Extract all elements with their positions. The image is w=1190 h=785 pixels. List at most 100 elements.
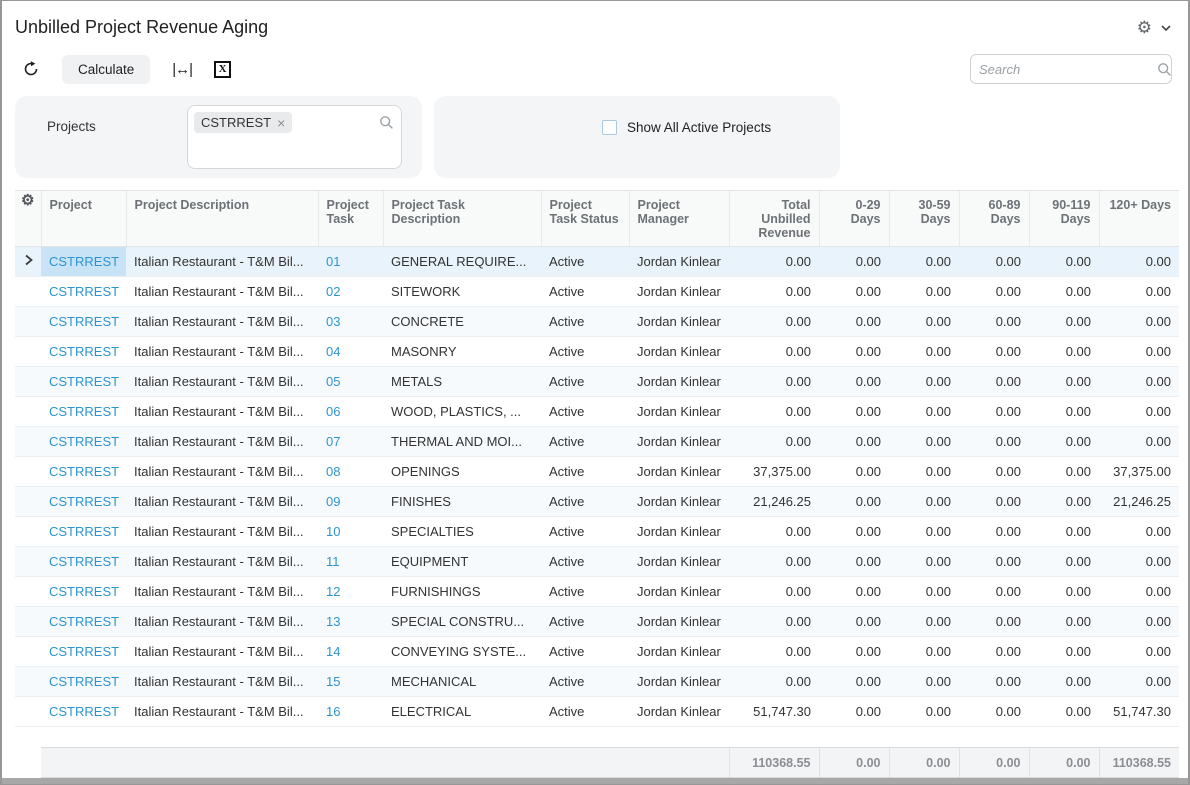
project-link-cell[interactable]: CSTRREST: [41, 457, 126, 487]
project-link-cell[interactable]: CSTRREST: [41, 427, 126, 457]
table-row[interactable]: CSTRREST Italian Restaurant - T&M Bil...…: [15, 247, 1179, 277]
search-input[interactable]: [979, 62, 1157, 77]
project-task-link[interactable]: 01: [326, 254, 340, 269]
project-task-link[interactable]: 07: [326, 434, 340, 449]
project-task-link[interactable]: 03: [326, 314, 340, 329]
project-link-cell[interactable]: CSTRREST: [41, 367, 126, 397]
col-60-89-days[interactable]: 60-89 Days: [959, 191, 1029, 247]
column-settings-gear-icon[interactable]: ⚙: [21, 192, 34, 209]
project-task-link[interactable]: 10: [326, 524, 340, 539]
project-link[interactable]: CSTRREST: [49, 584, 119, 599]
col-project-manager[interactable]: Project Manager: [629, 191, 729, 247]
col-0-29-days[interactable]: 0-29 Days: [819, 191, 889, 247]
chip-remove-icon[interactable]: ×: [277, 116, 285, 130]
projects-search-icon[interactable]: [379, 115, 394, 130]
project-link[interactable]: CSTRREST: [49, 554, 119, 569]
fit-width-icon[interactable]: |↔|: [172, 61, 192, 78]
col-project-task[interactable]: Project Task: [318, 191, 383, 247]
project-task-link[interactable]: 16: [326, 704, 340, 719]
project-task-cell[interactable]: 12: [318, 577, 383, 607]
project-link-cell[interactable]: CSTRREST: [41, 667, 126, 697]
project-task-link[interactable]: 11: [326, 554, 340, 569]
refresh-icon[interactable]: [22, 60, 40, 78]
project-link[interactable]: CSTRREST: [49, 284, 119, 299]
project-task-cell[interactable]: 14: [318, 637, 383, 667]
col-90-119-days[interactable]: 90-119 Days: [1029, 191, 1099, 247]
project-link-cell[interactable]: CSTRREST: [41, 307, 126, 337]
project-task-cell[interactable]: 03: [318, 307, 383, 337]
project-task-cell[interactable]: 10: [318, 517, 383, 547]
project-task-cell[interactable]: 02: [318, 277, 383, 307]
project-task-cell[interactable]: 09: [318, 487, 383, 517]
table-row[interactable]: CSTRREST Italian Restaurant - T&M Bil...…: [15, 637, 1179, 667]
project-task-link[interactable]: 05: [326, 374, 340, 389]
table-row[interactable]: CSTRREST Italian Restaurant - T&M Bil...…: [15, 397, 1179, 427]
col-30-59-days[interactable]: 30-59 Days: [889, 191, 959, 247]
project-link[interactable]: CSTRREST: [49, 494, 119, 509]
project-task-link[interactable]: 14: [326, 644, 340, 659]
settings-gear-icon[interactable]: ⚙: [1137, 19, 1152, 36]
project-task-link[interactable]: 02: [326, 284, 340, 299]
calculate-button[interactable]: Calculate: [62, 55, 150, 84]
table-row[interactable]: CSTRREST Italian Restaurant - T&M Bil...…: [15, 697, 1179, 727]
project-link-cell[interactable]: CSTRREST: [41, 247, 126, 277]
project-link[interactable]: CSTRREST: [49, 524, 119, 539]
projects-multiselect[interactable]: CSTRREST ×: [187, 105, 402, 169]
project-task-cell[interactable]: 15: [318, 667, 383, 697]
table-row[interactable]: CSTRREST Italian Restaurant - T&M Bil...…: [15, 547, 1179, 577]
chevron-down-icon[interactable]: [1160, 24, 1172, 32]
project-link[interactable]: CSTRREST: [49, 614, 119, 629]
project-task-cell[interactable]: 05: [318, 367, 383, 397]
project-link[interactable]: CSTRREST: [49, 344, 119, 359]
search-icon[interactable]: [1157, 62, 1172, 77]
col-project-task-status[interactable]: Project Task Status: [541, 191, 629, 247]
table-row[interactable]: CSTRREST Italian Restaurant - T&M Bil...…: [15, 577, 1179, 607]
project-link-cell[interactable]: CSTRREST: [41, 277, 126, 307]
col-total-unbilled-revenue[interactable]: Total Unbilled Revenue: [729, 191, 819, 247]
table-row[interactable]: CSTRREST Italian Restaurant - T&M Bil...…: [15, 307, 1179, 337]
table-row[interactable]: CSTRREST Italian Restaurant - T&M Bil...…: [15, 457, 1179, 487]
project-link[interactable]: CSTRREST: [49, 314, 119, 329]
project-link-cell[interactable]: CSTRREST: [41, 577, 126, 607]
project-task-link[interactable]: 06: [326, 404, 340, 419]
project-link-cell[interactable]: CSTRREST: [41, 487, 126, 517]
project-link[interactable]: CSTRREST: [49, 254, 119, 269]
project-task-cell[interactable]: 01: [318, 247, 383, 277]
project-link-cell[interactable]: CSTRREST: [41, 517, 126, 547]
project-link[interactable]: CSTRREST: [49, 404, 119, 419]
table-row[interactable]: CSTRREST Italian Restaurant - T&M Bil...…: [15, 487, 1179, 517]
project-task-link[interactable]: 09: [326, 494, 340, 509]
project-task-cell[interactable]: 16: [318, 697, 383, 727]
project-link[interactable]: CSTRREST: [49, 464, 119, 479]
project-task-cell[interactable]: 07: [318, 427, 383, 457]
col-120-days[interactable]: 120+ Days: [1099, 191, 1179, 247]
table-row[interactable]: CSTRREST Italian Restaurant - T&M Bil...…: [15, 517, 1179, 547]
project-link-cell[interactable]: CSTRREST: [41, 697, 126, 727]
col-project[interactable]: Project: [41, 191, 126, 247]
table-row[interactable]: CSTRREST Italian Restaurant - T&M Bil...…: [15, 367, 1179, 397]
project-link[interactable]: CSTRREST: [49, 704, 119, 719]
table-row[interactable]: CSTRREST Italian Restaurant - T&M Bil...…: [15, 337, 1179, 367]
project-task-cell[interactable]: 11: [318, 547, 383, 577]
project-task-link[interactable]: 04: [326, 344, 340, 359]
col-project-task-description[interactable]: Project Task Description: [383, 191, 541, 247]
project-link[interactable]: CSTRREST: [49, 374, 119, 389]
project-link[interactable]: CSTRREST: [49, 434, 119, 449]
table-row[interactable]: CSTRREST Italian Restaurant - T&M Bil...…: [15, 607, 1179, 637]
project-task-cell[interactable]: 08: [318, 457, 383, 487]
table-row[interactable]: CSTRREST Italian Restaurant - T&M Bil...…: [15, 667, 1179, 697]
project-link-cell[interactable]: CSTRREST: [41, 547, 126, 577]
project-link-cell[interactable]: CSTRREST: [41, 637, 126, 667]
project-chip[interactable]: CSTRREST ×: [194, 112, 292, 133]
table-row[interactable]: CSTRREST Italian Restaurant - T&M Bil...…: [15, 427, 1179, 457]
project-link-cell[interactable]: CSTRREST: [41, 397, 126, 427]
export-excel-icon[interactable]: X: [214, 61, 231, 78]
project-task-link[interactable]: 15: [326, 674, 340, 689]
project-link[interactable]: CSTRREST: [49, 674, 119, 689]
project-task-link[interactable]: 12: [326, 584, 340, 599]
row-expander-icon[interactable]: [23, 254, 34, 266]
project-link-cell[interactable]: CSTRREST: [41, 337, 126, 367]
table-row[interactable]: CSTRREST Italian Restaurant - T&M Bil...…: [15, 277, 1179, 307]
col-project-description[interactable]: Project Description: [126, 191, 318, 247]
project-task-link[interactable]: 13: [326, 614, 340, 629]
